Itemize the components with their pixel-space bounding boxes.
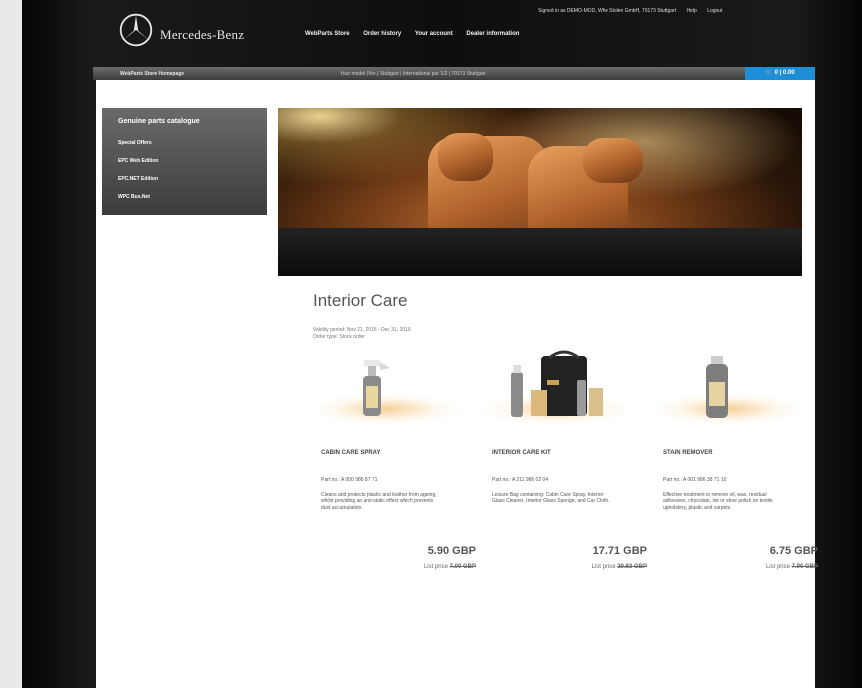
- order-type-text: Order type: Stock order: [313, 334, 365, 340]
- product-part-number: Part no.: A 211 986 02 04: [492, 477, 549, 483]
- product-card[interactable]: INTERIOR CARE KIT Part no.: A 211 986 02…: [487, 350, 647, 570]
- list-price: List price 20.83 GBP: [591, 564, 647, 570]
- sidebar-menu: Genuine parts catalogue Special Offers E…: [102, 108, 267, 215]
- product-price: 17.71 GBP: [592, 545, 647, 557]
- product-description: Effective treatment to remove oil, wax, …: [663, 492, 773, 511]
- hero-banner-image: [278, 108, 802, 276]
- main-nav: WebParts Store Order history Your accoun…: [305, 31, 531, 37]
- breadcrumb-bar: WebParts Store Homepage Your model (Ver.…: [93, 67, 815, 80]
- product-image[interactable]: [658, 350, 798, 430]
- sidebar-item-wpc[interactable]: WPC Bus.Net: [102, 188, 267, 206]
- list-price: List price 7.90 GBP: [765, 564, 818, 570]
- cart-icon: 🛒: [765, 70, 773, 76]
- care-kit-icon: [511, 350, 603, 417]
- seat-shape: [583, 138, 643, 183]
- spray-bottle-icon: [363, 360, 390, 416]
- window-shape: [278, 228, 802, 276]
- user-bar: Signed in as DEMO-MOD, Wfw Stolen GmbH, …: [538, 8, 731, 14]
- stain-remover-bottle-icon: [706, 356, 728, 418]
- home-link[interactable]: WebParts Store Homepage: [120, 71, 184, 77]
- nav-your-account[interactable]: Your account: [415, 31, 453, 37]
- basket-summary: 0 | 0.00: [774, 70, 795, 76]
- product-description: Cleans and protects plastic and leather …: [321, 492, 437, 511]
- product-card[interactable]: CABIN CARE SPRAY Part no.: A 000 986 87 …: [316, 350, 476, 570]
- sidebar-item-epc-web[interactable]: EPC Web Edition: [102, 152, 267, 170]
- product-image[interactable]: [487, 350, 627, 430]
- signed-in-text: Signed in as DEMO-MOD, Wfw Stolen GmbH, …: [538, 8, 677, 14]
- validity-text: Validity period: Nov 21, 2016 - Dec 31, …: [313, 327, 411, 333]
- product-name[interactable]: CABIN CARE SPRAY: [321, 450, 380, 456]
- list-price: List price 7.00 GBP: [423, 564, 476, 570]
- nav-dealer-information[interactable]: Dealer information: [466, 31, 519, 37]
- product-name[interactable]: STAIN REMOVER: [663, 450, 713, 456]
- brand-name: Mercedes-Benz: [160, 27, 245, 42]
- product-price: 6.75 GBP: [769, 545, 818, 557]
- product-price: 5.90 GBP: [427, 545, 476, 557]
- page-frame: Signed in as DEMO-MOD, Wfw Stolen GmbH, …: [22, 0, 862, 688]
- dealer-info: Your model (Ver.) Stuttgart | Internatio…: [340, 71, 486, 77]
- seat-shape: [438, 133, 493, 181]
- help-link[interactable]: Help: [687, 8, 697, 14]
- product-part-number: Part no.: A 001 986 38 71 10: [663, 477, 727, 483]
- nav-webparts-store[interactable]: WebParts Store: [305, 31, 350, 37]
- logout-link[interactable]: Logout: [707, 8, 722, 14]
- page-title: Interior Care: [313, 291, 408, 310]
- product-image[interactable]: [316, 350, 456, 430]
- sidebar-item-special-offers[interactable]: Special Offers: [102, 134, 267, 152]
- sidebar-heading[interactable]: Genuine parts catalogue: [102, 108, 267, 134]
- product-description: Leisure Bag containing: Cabin Care Spray…: [492, 492, 610, 505]
- basket-button[interactable]: 🛒 0 | 0.00: [745, 67, 815, 80]
- product-part-number: Part no.: A 000 986 87 71: [321, 477, 378, 483]
- product-card[interactable]: STAIN REMOVER Part no.: A 001 986 38 71 …: [658, 350, 818, 570]
- mercedes-star-icon[interactable]: [118, 12, 154, 48]
- nav-order-history[interactable]: Order history: [363, 31, 401, 37]
- offer-meta: Validity period: Nov 21, 2016 - Dec 31, …: [313, 327, 411, 341]
- content-area: Genuine parts catalogue Special Offers E…: [96, 80, 818, 688]
- product-name[interactable]: INTERIOR CARE KIT: [492, 450, 551, 456]
- sidebar-item-epc-net[interactable]: EPC.NET Edition: [102, 170, 267, 188]
